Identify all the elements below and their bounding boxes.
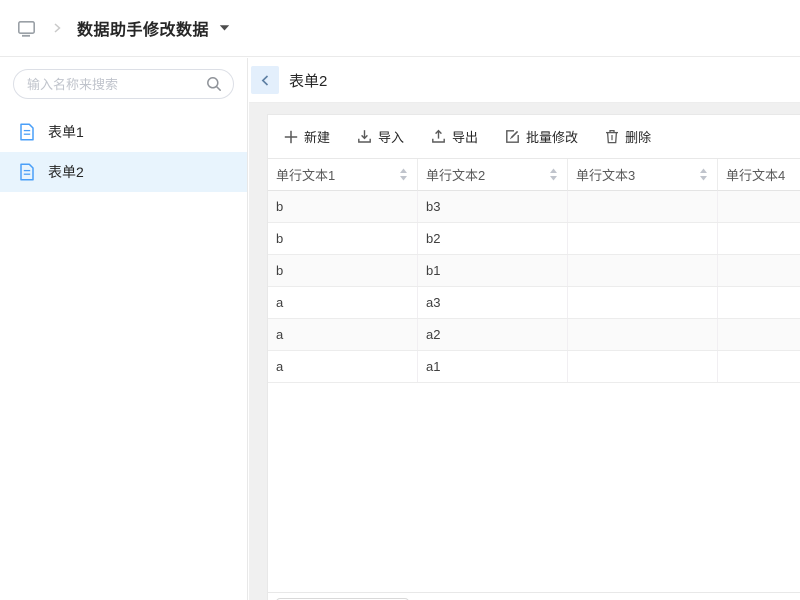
app-title-dropdown[interactable]: 数据助手修改数据	[77, 16, 230, 40]
sidebar-item-2[interactable]: 表单2	[0, 152, 247, 192]
cell-r4c4	[718, 287, 800, 318]
monitor-icon[interactable]	[16, 18, 37, 39]
trash-icon	[605, 129, 619, 144]
panel-title: 表单2	[289, 70, 327, 91]
cell-r6c3	[568, 351, 718, 382]
column-header-label: 单行文本4	[726, 165, 785, 184]
document-icon	[19, 163, 35, 181]
back-button[interactable]	[251, 66, 279, 94]
table-header: 单行文本1 单行文本2 单行文本3 单行文本4	[268, 159, 800, 191]
export-icon	[431, 129, 446, 144]
cell-r5c4	[718, 319, 800, 350]
main-panel: 表单2 新建	[249, 58, 800, 600]
new-button[interactable]: 新建	[284, 127, 330, 146]
sort-icon	[549, 168, 558, 181]
cell-r6c4	[718, 351, 800, 382]
table-row-2[interactable]: bb2	[268, 223, 800, 255]
delete-button[interactable]: 删除	[605, 127, 651, 146]
table-row-3[interactable]: bb1	[268, 255, 800, 287]
top-header: 数据助手修改数据	[0, 0, 800, 57]
delete-button-label: 删除	[625, 127, 651, 146]
form-list: 表单1 表单2	[0, 112, 247, 192]
export-button-label: 导出	[452, 127, 478, 146]
table-body: bb3bb2bb1aa3aa2aa1	[268, 191, 800, 383]
cell-r4c2: a3	[418, 287, 568, 318]
sort-icon	[699, 168, 708, 181]
import-button-label: 导入	[378, 127, 404, 146]
cell-r2c3	[568, 223, 718, 254]
sidebar-item-1[interactable]: 表单1	[0, 112, 247, 152]
column-header-3[interactable]: 单行文本3	[568, 159, 718, 191]
cell-r1c1: b	[268, 191, 418, 222]
batch-edit-button-label: 批量修改	[526, 127, 578, 146]
cell-r6c1: a	[268, 351, 418, 382]
chevron-left-icon	[259, 74, 272, 87]
cell-r6c2: a1	[418, 351, 568, 382]
toolbar: 新建 导入	[268, 115, 800, 159]
cell-r5c1: a	[268, 319, 418, 350]
caret-down-icon	[219, 24, 230, 32]
new-button-label: 新建	[304, 127, 330, 146]
sidebar: 表单1 表单2	[0, 58, 248, 600]
cell-r3c4	[718, 255, 800, 286]
plus-icon	[284, 130, 298, 144]
sort-icon	[399, 168, 408, 181]
import-icon	[357, 129, 372, 144]
cell-r5c3	[568, 319, 718, 350]
cell-r2c4	[718, 223, 800, 254]
cell-r4c1: a	[268, 287, 418, 318]
column-header-2[interactable]: 单行文本2	[418, 159, 568, 191]
cell-r3c2: b1	[418, 255, 568, 286]
cell-r1c4	[718, 191, 800, 222]
table-row-1[interactable]: bb3	[268, 191, 800, 223]
cell-r5c2: a2	[418, 319, 568, 350]
cell-r2c1: b	[268, 223, 418, 254]
panel-header: 表单2	[249, 58, 800, 103]
column-header-label: 单行文本1	[276, 165, 335, 184]
table-row-5[interactable]: aa2	[268, 319, 800, 351]
edit-square-icon	[505, 129, 520, 144]
batch-edit-button[interactable]: 批量修改	[505, 127, 578, 146]
column-header-4[interactable]: 单行文本4	[718, 159, 800, 191]
app-title: 数据助手修改数据	[77, 16, 209, 40]
cell-r1c3	[568, 191, 718, 222]
cell-r1c2: b3	[418, 191, 568, 222]
export-button[interactable]: 导出	[431, 127, 478, 146]
table-empty-area	[268, 383, 800, 592]
column-header-1[interactable]: 单行文本1	[268, 159, 418, 191]
document-icon	[19, 123, 35, 141]
cell-r3c3	[568, 255, 718, 286]
cell-r3c1: b	[268, 255, 418, 286]
table-row-6[interactable]: aa1	[268, 351, 800, 383]
data-card: 新建 导入	[267, 114, 800, 600]
search-box	[13, 69, 234, 99]
search-input[interactable]	[13, 69, 234, 99]
cell-r2c2: b2	[418, 223, 568, 254]
table-row-4[interactable]: aa3	[268, 287, 800, 319]
sidebar-item-label: 表单1	[48, 122, 84, 142]
cell-r4c3	[568, 287, 718, 318]
column-header-label: 单行文本3	[576, 165, 635, 184]
import-button[interactable]: 导入	[357, 127, 404, 146]
sidebar-item-label: 表单2	[48, 162, 84, 182]
column-header-label: 单行文本2	[426, 165, 485, 184]
search-icon	[206, 76, 222, 97]
chevron-right-icon	[51, 22, 63, 34]
pagination-bar	[268, 592, 800, 600]
